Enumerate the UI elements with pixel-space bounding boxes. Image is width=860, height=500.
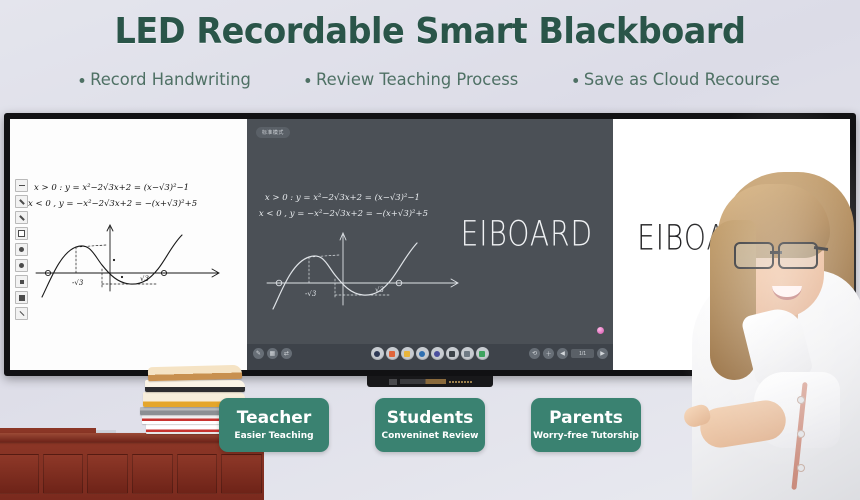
recording-indicator-dot: [597, 327, 605, 334]
next-page-button[interactable]: ▶: [597, 348, 609, 359]
feature-item-1: Review Teaching Process: [305, 70, 518, 90]
promo-banner: LED Recordable Smart Blackboard Record H…: [0, 0, 860, 500]
left-panel-equation-0: x > 0 : y = x²−2√3x+2 = (x−√3)²−1: [34, 183, 190, 193]
eraser-tool-icon[interactable]: [430, 347, 444, 360]
badge-subtitle: Conveninet Review: [381, 430, 479, 441]
text-tool-icon[interactable]: [15, 275, 28, 288]
badge-parents[interactable]: Parents Worry-free Tutorship: [531, 398, 641, 452]
left-panel-toolbar[interactable]: [15, 179, 28, 320]
handwriting-tool-icon[interactable]: ✎: [252, 348, 264, 359]
select-tool-icon[interactable]: [15, 179, 28, 192]
svg-text:√3: √3: [375, 286, 384, 294]
badge-title: Parents: [549, 408, 623, 429]
power-icon: [388, 378, 397, 385]
bullet-icon: [572, 77, 578, 83]
svg-text:√3: √3: [140, 275, 149, 283]
mid-panel-brand-text: EIBOARD: [460, 212, 594, 255]
add-page-button[interactable]: ＋: [543, 348, 555, 359]
eyeglasses-icon: [734, 242, 829, 269]
close-tool-icon[interactable]: [15, 307, 28, 320]
mid-panel-equation-1: x < 0 , y = −x²−2√3x+2 = −(x+√3)²+5: [258, 209, 428, 219]
shirt-button: [797, 396, 805, 404]
blackboard-bottom-toolbar[interactable]: ✎ ▦ ⇄ ⟲ ＋ ◀ 1/1 ▶: [246, 344, 614, 370]
left-panel-handwriting: -√3 √3: [35, 223, 220, 298]
badge-students[interactable]: Students Conveninet Review: [375, 398, 485, 452]
page-title: LED Recordable Smart Blackboard: [114, 11, 746, 52]
brush-tool-icon[interactable]: [415, 347, 429, 360]
feature-item-2: Save as Cloud Recourse: [572, 70, 780, 90]
page-indicator: 1/1: [571, 349, 595, 358]
pen-tool-icon[interactable]: [15, 195, 28, 208]
left-panel-equation-1: x < 0 , y = −x²−2√3x+2 = −(x+√3)²+5: [28, 199, 198, 209]
feature-label: Save as Cloud Recourse: [583, 70, 780, 90]
badge-subtitle: Worry-free Tutorship: [533, 430, 639, 441]
feature-list: Record Handwriting Review Teaching Proce…: [0, 70, 860, 90]
badge-teacher[interactable]: Teacher Easier Teaching: [219, 398, 329, 452]
mid-panel-handwriting: -√3 √3: [266, 231, 459, 310]
fill-tool-icon[interactable]: [15, 259, 28, 272]
prev-page-button[interactable]: ◀: [557, 348, 569, 359]
image-tool-icon[interactable]: [460, 347, 474, 360]
save-tool-icon[interactable]: [15, 291, 28, 304]
mic-tool-icon[interactable]: [370, 347, 384, 360]
toolbar-center-group[interactable]: [370, 347, 489, 360]
desk-panels: [0, 448, 264, 500]
pen-tool-icon[interactable]: [400, 347, 414, 360]
screen-panel-left: -√3 √3 x > 0 : y = x²−2√3x+2 = (x−√3)²−1…: [10, 119, 247, 370]
feature-label: Record Handwriting: [90, 70, 252, 90]
highlighter-tool-icon[interactable]: [15, 211, 28, 224]
book-item: [145, 380, 245, 392]
undo-button[interactable]: ⟲: [529, 348, 541, 359]
mode-chip: 标准模式: [255, 127, 290, 138]
presenter-photo: [670, 110, 860, 500]
screen-panel-middle: 标准模式 -√3 √3 x > 0: y = x²−2√3x+2 = (x−√…: [246, 119, 614, 370]
mid-panel-equation-0: x > 0 : y = x²−2√3x+2 = (x−√3)²−1: [264, 193, 420, 203]
bullet-icon: [79, 77, 85, 83]
control-strip-graphic: [399, 379, 446, 384]
toolbar-left-group[interactable]: ✎ ▦ ⇄: [252, 348, 292, 359]
pause-tool-icon[interactable]: [385, 347, 399, 360]
badge-title: Students: [386, 408, 474, 429]
device-control-strip: [367, 376, 493, 387]
shirt-button: [797, 464, 805, 472]
switch-tool-icon[interactable]: ⇄: [280, 348, 292, 359]
badge-subtitle: Easier Teaching: [234, 430, 314, 441]
shirt-button: [797, 430, 805, 438]
indicator-leds: [448, 380, 472, 383]
book-item: [147, 364, 243, 382]
toolbar-right-group[interactable]: ⟲ ＋ ◀ 1/1 ▶: [529, 348, 609, 359]
svg-text:-√3: -√3: [305, 290, 317, 298]
feature-item-0: Record Handwriting: [79, 70, 252, 90]
bullet-icon: [305, 77, 311, 83]
clear-tool-icon[interactable]: [475, 347, 489, 360]
svg-text:-√3: -√3: [72, 279, 84, 287]
eraser-tool-icon[interactable]: [15, 227, 28, 240]
cursor-tool-icon[interactable]: [445, 347, 459, 360]
shape-tool-icon[interactable]: [15, 243, 28, 256]
badge-title: Teacher: [236, 408, 312, 429]
grid-tool-icon[interactable]: ▦: [266, 348, 278, 359]
feature-label: Review Teaching Process: [315, 70, 519, 90]
